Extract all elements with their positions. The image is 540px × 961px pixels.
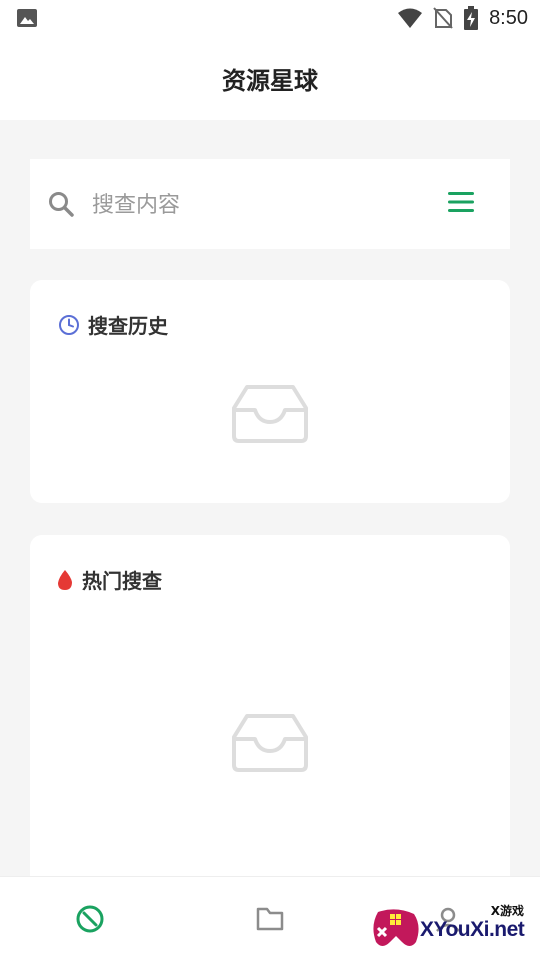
empty-inbox-icon <box>232 385 308 443</box>
clock-icon <box>59 314 79 335</box>
menu-icon[interactable] <box>448 191 474 213</box>
page-title: 资源星球 <box>222 66 318 95</box>
watermark-small-text: X游戏 <box>490 904 524 918</box>
empty-inbox-icon <box>232 714 308 772</box>
status-bar: 8:50 <box>0 0 540 36</box>
hot-search-label: 热门搜查 <box>82 569 162 593</box>
gamepad-logo-icon <box>373 909 419 946</box>
watermark-site-text: XYouXi.net <box>420 918 525 941</box>
battery-charging-icon <box>464 6 479 30</box>
status-icons: 8:50 <box>397 6 528 30</box>
photo-icon <box>17 9 37 27</box>
hot-search-header: 热门搜查 <box>56 565 162 594</box>
search-icon <box>49 192 74 217</box>
search-input[interactable] <box>90 183 434 227</box>
search-history-label: 搜查历史 <box>88 314 168 338</box>
folder-icon[interactable] <box>254 903 286 935</box>
wifi-icon <box>398 8 423 28</box>
no-sim-icon <box>433 7 453 29</box>
home-icon[interactable] <box>74 903 106 935</box>
hot-search-card: 热门搜查 <box>30 535 510 915</box>
search-history-card: 搜查历史 <box>30 280 510 503</box>
search-bar <box>30 159 510 249</box>
title-bar: 资源星球 <box>0 36 540 120</box>
watermark-logo: X游戏 XYouXi.net <box>366 898 534 956</box>
search-history-header: 搜查历史 <box>58 310 168 339</box>
status-time: 8:50 <box>489 6 528 29</box>
flame-icon <box>58 569 72 590</box>
